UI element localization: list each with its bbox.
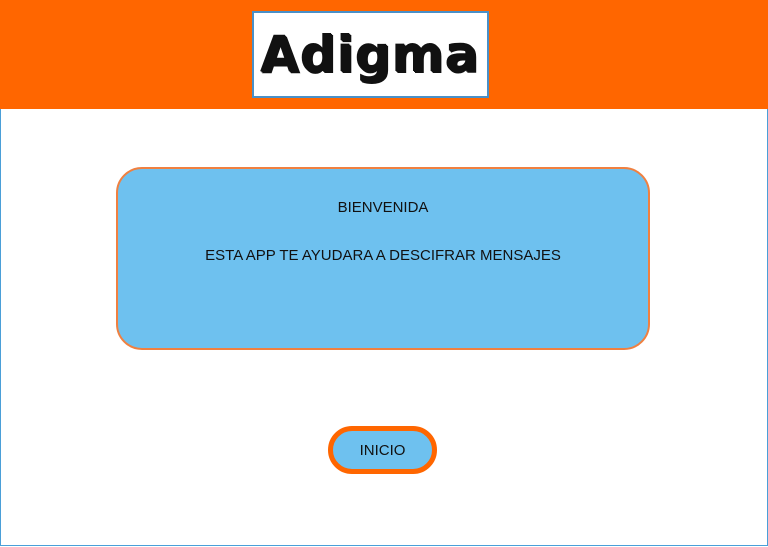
welcome-title: BIENVENIDA [337,199,429,216]
welcome-card: BIENVENIDA ESTA APP TE AYUDARA A DESCIFR… [116,167,650,350]
logo-text: Adigma [260,25,481,84]
start-button[interactable]: INICIO [328,426,437,474]
app-header: Adigma [0,0,768,109]
welcome-message: ESTA APP TE AYUDARA A DESCIFRAR MENSAJES [205,247,561,264]
app-logo: Adigma [252,11,489,98]
